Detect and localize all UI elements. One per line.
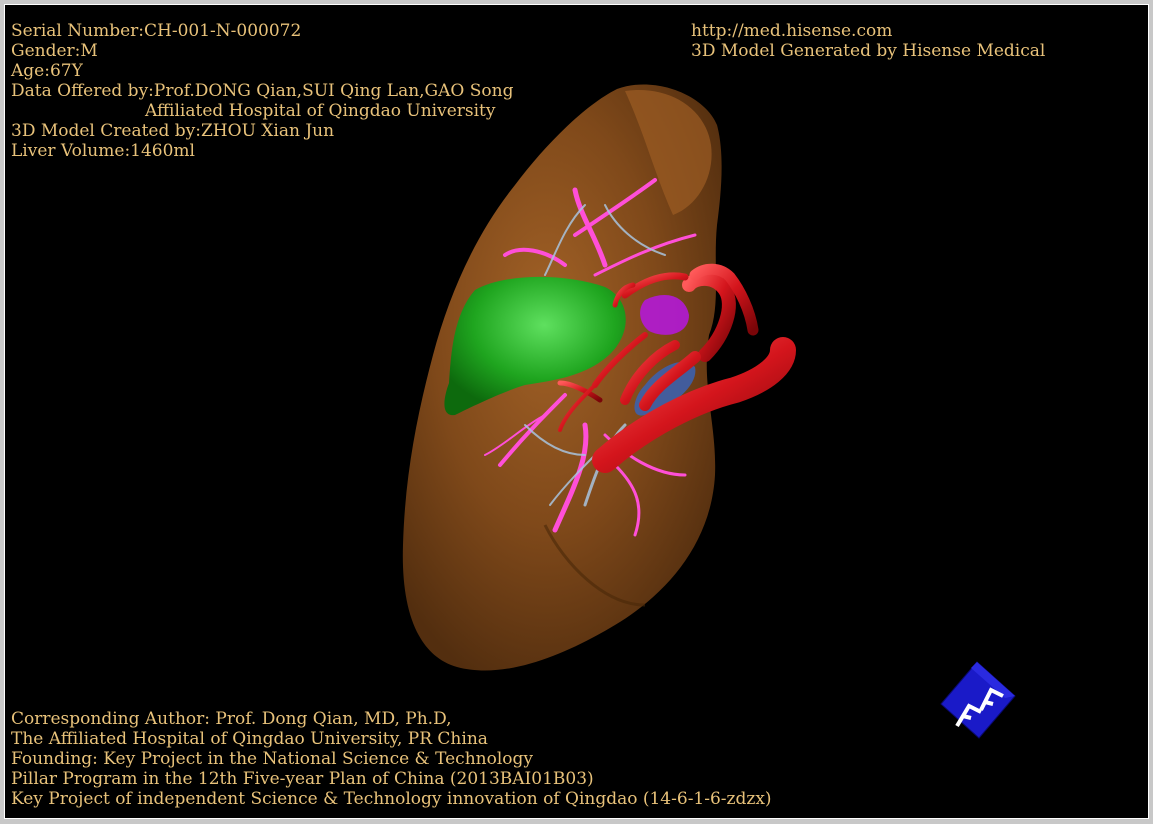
key-project: Key Project of independent Science & Tec… [11, 789, 772, 809]
serial-number: Serial Number:CH-001-N-000072 [11, 21, 302, 41]
model-created-by: 3D Model Created by:ZHOU Xian Jun [11, 121, 335, 141]
3d-viewport[interactable]: Serial Number:CH-001-N-000072 Gender:M A… [4, 4, 1149, 819]
orientation-cube-icon[interactable] [935, 658, 1019, 742]
liver-volume: Liver Volume:1460ml [11, 141, 195, 161]
pillar-program: Pillar Program in the 12th Five-year Pla… [11, 769, 594, 789]
application-window: Serial Number:CH-001-N-000072 Gender:M A… [0, 0, 1153, 824]
founding: Founding: Key Project in the National Sc… [11, 749, 533, 769]
data-offered-by: Data Offered by:Prof.DONG Qian,SUI Qing … [11, 81, 514, 101]
gender: Gender:M [11, 41, 98, 61]
generated-by: 3D Model Generated by Hisense Medical [691, 41, 1046, 61]
affiliated-hospital: The Affiliated Hospital of Qingdao Unive… [11, 729, 488, 749]
hospital-name: Affiliated Hospital of Qingdao Universit… [145, 101, 496, 121]
age: Age:67Y [11, 61, 83, 81]
website-url: http://med.hisense.com [691, 21, 893, 41]
corresponding-author: Corresponding Author: Prof. Dong Qian, M… [11, 709, 452, 729]
